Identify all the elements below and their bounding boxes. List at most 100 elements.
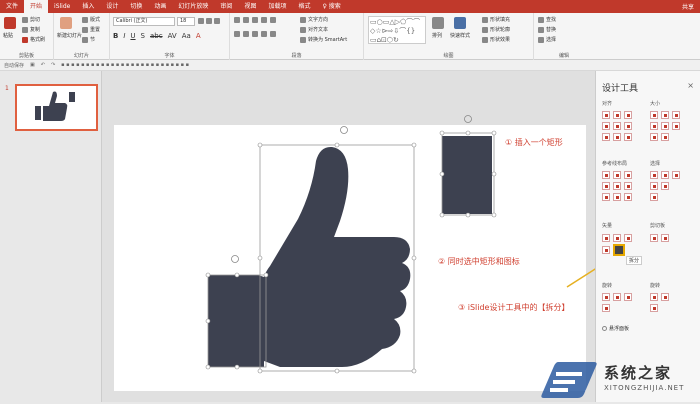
font-size-select[interactable]: 18: [177, 17, 195, 26]
font-name-select[interactable]: Calibri (正文): [113, 17, 175, 26]
paste-icon[interactable]: [4, 17, 16, 29]
rotate-button-2[interactable]: [613, 293, 621, 301]
smartart-button[interactable]: 转换为 SmartArt: [300, 36, 347, 43]
underline-icon[interactable]: U: [130, 32, 135, 40]
format-painter-button[interactable]: 格式刷: [22, 36, 45, 43]
guide-button-4[interactable]: [602, 182, 610, 190]
distribute-v-button[interactable]: [613, 133, 621, 141]
select-button-4[interactable]: [650, 182, 658, 190]
replace-button[interactable]: 替换: [538, 26, 556, 33]
guide-button-1[interactable]: [602, 171, 610, 179]
case-icon[interactable]: Aa: [182, 32, 191, 40]
size-button-8[interactable]: [661, 133, 669, 141]
shapes-gallery[interactable]: ▭○▭△▷⬠⌒⌒ ◇☆⊳⇨⇩⌒{} ▭⌂⊡⬡↻: [368, 16, 426, 44]
align-left-button[interactable]: [602, 111, 610, 119]
font-style-buttons[interactable]: B I U S abc AV Aa A: [113, 32, 201, 40]
guide-button-9[interactable]: [624, 193, 632, 201]
undo-icon[interactable]: ↶: [41, 62, 45, 68]
guide-button-2[interactable]: [613, 171, 621, 179]
float-panel-toggle[interactable]: 悬浮面板: [602, 325, 629, 332]
tab-insert[interactable]: 插入: [76, 0, 100, 13]
tab-format[interactable]: 格式: [292, 0, 316, 13]
rotate-button-3[interactable]: [624, 293, 632, 301]
same-size-button[interactable]: [672, 111, 680, 119]
shape-fill-button[interactable]: 形状填充: [482, 16, 510, 23]
distribute-h-button[interactable]: [602, 133, 610, 141]
subtract-button[interactable]: [602, 246, 610, 254]
layout-button[interactable]: 版式: [82, 16, 100, 23]
guide-button-7[interactable]: [602, 193, 610, 201]
size-button-5[interactable]: [661, 122, 669, 130]
guide-button-5[interactable]: [613, 182, 621, 190]
reset-button[interactable]: 重置: [82, 26, 100, 33]
shape-outline-button[interactable]: 形状轮廓: [482, 26, 510, 33]
new-slide-icon[interactable]: [60, 17, 72, 29]
flip-button-2[interactable]: [661, 293, 669, 301]
arrange-button[interactable]: 排列: [432, 32, 442, 39]
select-button-1[interactable]: [650, 171, 658, 179]
tab-addins[interactable]: 加载项: [262, 0, 292, 13]
align-right-button[interactable]: [624, 111, 632, 119]
slide-thumbnail[interactable]: [15, 84, 98, 131]
shadow-icon[interactable]: S: [141, 32, 145, 40]
size-button-6[interactable]: [672, 122, 680, 130]
guide-button-3[interactable]: [624, 171, 632, 179]
align-buttons[interactable]: [234, 31, 276, 37]
bold-icon[interactable]: B: [113, 32, 118, 40]
align-center-button[interactable]: [613, 111, 621, 119]
quick-styles-button[interactable]: 快速样式: [450, 32, 470, 39]
tab-home[interactable]: 开始: [24, 0, 49, 13]
redo-icon[interactable]: ↷: [51, 62, 55, 68]
toolbar-icons[interactable]: ▪ ▪ ▪ ▪ ▪ ▪ ▪ ▪ ▪ ▪ ▪ ▪ ▪ ▪ ▪ ▪ ▪ ▪ ▪ ▪ …: [61, 62, 189, 68]
tab-transitions[interactable]: 切换: [124, 0, 148, 13]
font-size-buttons[interactable]: [198, 18, 220, 24]
align-bottom-button[interactable]: [624, 122, 632, 130]
cut-button[interactable]: 剪切: [22, 16, 40, 23]
quick-styles-icon[interactable]: [454, 17, 466, 29]
rotate-button-4[interactable]: [602, 304, 610, 312]
clip-button-1[interactable]: [650, 234, 658, 242]
union-button[interactable]: [602, 234, 610, 242]
save-icon[interactable]: ▣: [30, 62, 35, 68]
align-top-button[interactable]: [602, 122, 610, 130]
clip-button-2[interactable]: [661, 234, 669, 242]
copy-button[interactable]: 复制: [22, 26, 40, 33]
close-icon[interactable]: ×: [687, 81, 694, 90]
tell-me-search[interactable]: ♀ 搜索: [316, 0, 346, 13]
autosave-label[interactable]: 自动保存: [4, 62, 24, 69]
tab-islide[interactable]: iSlide: [48, 0, 76, 13]
select-button-3[interactable]: [672, 171, 680, 179]
align-middle-button[interactable]: [613, 122, 621, 130]
section-button[interactable]: 节: [82, 36, 95, 43]
arrange-icon[interactable]: [432, 17, 444, 29]
font-color-icon[interactable]: A: [196, 32, 201, 40]
guide-button-6[interactable]: [624, 182, 632, 190]
paste-button[interactable]: 粘贴: [3, 32, 13, 39]
shape-effects-button[interactable]: 形状效果: [482, 36, 510, 43]
size-button-7[interactable]: [650, 133, 658, 141]
guide-button-8[interactable]: [613, 193, 621, 201]
select-button-5[interactable]: [661, 182, 669, 190]
align-slide-button[interactable]: [624, 133, 632, 141]
tab-design[interactable]: 设计: [100, 0, 124, 13]
tab-animations[interactable]: 动画: [148, 0, 172, 13]
new-slide-button[interactable]: 新建幻灯片: [57, 32, 82, 39]
spacing-icon[interactable]: AV: [168, 32, 177, 40]
tab-review[interactable]: 审阅: [214, 0, 238, 13]
tab-view[interactable]: 视图: [238, 0, 262, 13]
same-height-button[interactable]: [661, 111, 669, 119]
flip-button-1[interactable]: [650, 293, 658, 301]
tab-slideshow[interactable]: 幻灯片放映: [172, 0, 214, 13]
same-width-button[interactable]: [650, 111, 658, 119]
split-button[interactable]: [613, 244, 625, 256]
tab-file[interactable]: 文件: [0, 0, 24, 13]
find-button[interactable]: 查找: [538, 16, 556, 23]
size-button-4[interactable]: [650, 122, 658, 130]
rotate-button-1[interactable]: [602, 293, 610, 301]
share-button[interactable]: 共享: [682, 2, 700, 11]
combine-button[interactable]: [613, 234, 621, 242]
list-buttons[interactable]: [234, 17, 276, 23]
intersect-button[interactable]: [624, 234, 632, 242]
select-button[interactable]: 选择: [538, 36, 556, 43]
select-button-2[interactable]: [661, 171, 669, 179]
